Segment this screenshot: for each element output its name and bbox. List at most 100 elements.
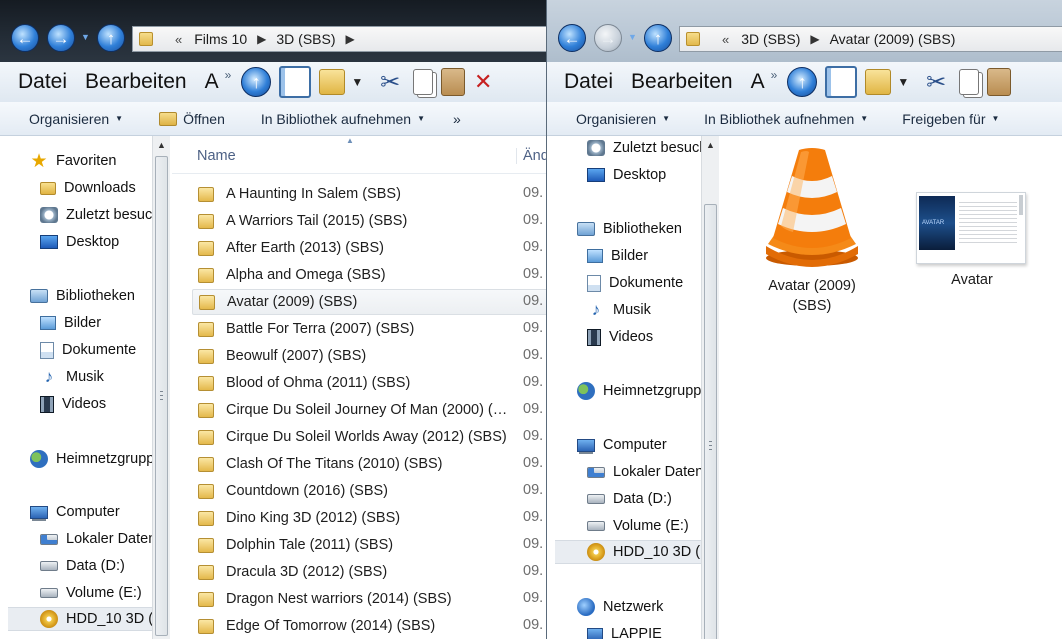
chevron-down-icon[interactable]: ▼ xyxy=(897,75,909,89)
address-bar[interactable]: « 3D (SBS) ▶ Avatar (2009) (SBS) xyxy=(679,26,1062,52)
file-row[interactable]: A Warriors Tail (2015) (SBS) xyxy=(192,208,548,234)
paste-icon[interactable] xyxy=(441,68,466,96)
cut-icon[interactable]: ✂ xyxy=(921,66,951,98)
organize-button[interactable]: Organisieren ▼ xyxy=(29,111,123,127)
preview-pane-icon[interactable] xyxy=(279,66,312,98)
file-row[interactable]: Countdown (2016) (SBS) xyxy=(192,478,548,504)
organize-button[interactable]: Organisieren ▼ xyxy=(576,111,670,127)
file-row[interactable]: Beowulf (2007) (SBS) xyxy=(192,343,548,369)
breadcrumb-avatar[interactable]: Avatar (2009) (SBS) xyxy=(830,31,956,47)
file-row[interactable]: Cirque Du Soleil Journey Of Man (2000) (… xyxy=(192,397,548,423)
up-level-icon[interactable]: ↑ xyxy=(241,67,272,97)
column-date[interactable]: Änderungsdatum xyxy=(516,148,548,164)
breadcrumb-separator[interactable]: ▶ xyxy=(346,32,355,46)
add-to-library-button[interactable]: In Bibliothek aufnehmen ▼ xyxy=(704,111,868,127)
menu-more[interactable]: A xyxy=(205,70,219,94)
nav-hdd-f[interactable]: HDD_10 3D (F:) xyxy=(555,540,718,564)
file-row[interactable]: Alpha and Omega (SBS) xyxy=(192,262,548,288)
share-button[interactable]: Freigeben für ▼ xyxy=(902,111,999,127)
nav-favorites[interactable]: ★ Favoriten xyxy=(30,149,116,173)
delete-icon[interactable]: ✕ xyxy=(473,66,493,98)
nav-desktop[interactable]: Desktop xyxy=(40,230,119,254)
nav-music[interactable]: ♪ Musik xyxy=(587,298,651,322)
file-row[interactable]: Clash Of The Titans (2010) (SBS) xyxy=(192,451,548,477)
menu-file[interactable]: Datei xyxy=(18,70,67,94)
nav-recent[interactable]: Zuletzt besucht xyxy=(587,136,711,160)
nav-lappie[interactable]: LAPPIE xyxy=(587,622,662,639)
folder-options-icon[interactable] xyxy=(319,69,346,95)
nav-local-disk[interactable]: Lokaler Datenträger xyxy=(40,527,152,551)
file-row[interactable]: Dragon Nest warriors (2014) (SBS) xyxy=(192,586,548,612)
menu-more[interactable]: A xyxy=(751,70,765,94)
nav-scrollbar[interactable]: ▲ xyxy=(152,136,170,639)
nav-data-d[interactable]: Data (D:) xyxy=(40,554,125,578)
scrollbar-thumb[interactable] xyxy=(155,156,168,636)
menu-edit[interactable]: Bearbeiten xyxy=(631,70,733,94)
menu-overflow-icon[interactable]: » xyxy=(771,68,778,82)
file-row[interactable]: Avatar (2009) (SBS) xyxy=(192,289,548,315)
add-to-library-button[interactable]: In Bibliothek aufnehmen ▼ xyxy=(261,111,425,127)
menu-overflow-icon[interactable]: » xyxy=(225,68,232,82)
recent-pages-dropdown[interactable]: ▼ xyxy=(628,32,637,42)
chevron-down-icon[interactable]: ▼ xyxy=(351,75,363,89)
nav-libraries[interactable]: Bibliotheken xyxy=(30,284,135,308)
up-button[interactable]: ↑ xyxy=(97,24,125,52)
forward-button[interactable]: → xyxy=(594,24,622,52)
file-row[interactable]: A Haunting In Salem (SBS) xyxy=(192,181,548,207)
breadcrumb-3dsbs[interactable]: 3D (SBS) xyxy=(276,31,335,47)
back-button[interactable]: ← xyxy=(558,24,586,52)
menu-file[interactable]: Datei xyxy=(564,70,613,94)
file-row[interactable]: Edge Of Tomorrow (2014) (SBS) xyxy=(192,613,548,639)
nav-libraries[interactable]: Bibliotheken xyxy=(577,217,682,241)
nav-network[interactable]: Netzwerk xyxy=(577,595,663,619)
nav-videos[interactable]: Videos xyxy=(587,325,653,349)
nav-desktop[interactable]: Desktop xyxy=(587,163,666,187)
file-row[interactable]: Dracula 3D (2012) (SBS) xyxy=(192,559,548,585)
nav-homegroup[interactable]: Heimnetzgruppe xyxy=(577,379,709,403)
forward-button[interactable]: → xyxy=(47,24,75,52)
nav-homegroup[interactable]: Heimnetzgruppe xyxy=(30,447,152,471)
up-level-icon[interactable]: ↑ xyxy=(787,67,818,97)
file-row[interactable]: Dino King 3D (2012) (SBS) xyxy=(192,505,548,531)
nav-pictures[interactable]: Bilder xyxy=(587,244,648,268)
nav-downloads[interactable]: Downloads xyxy=(40,176,136,200)
copy-icon[interactable] xyxy=(959,69,980,95)
more-commands-button[interactable]: » xyxy=(453,111,461,127)
breadcrumb-separator[interactable]: ▶ xyxy=(257,32,266,46)
nav-hdd-f[interactable]: HDD_10 3D (F:) xyxy=(8,607,152,631)
file-row[interactable]: Blood of Ohma (2011) (SBS) xyxy=(192,370,548,396)
file-row[interactable]: Battle For Terra (2007) (SBS) xyxy=(192,316,548,342)
image-thumbnail[interactable]: AVATAR xyxy=(916,192,1026,264)
overflow-chevron[interactable]: « xyxy=(175,32,182,47)
nav-local-disk[interactable]: Lokaler Datenträger xyxy=(587,460,719,484)
scroll-up-icon[interactable]: ▲ xyxy=(157,140,166,150)
nav-documents[interactable]: Dokumente xyxy=(587,271,683,295)
folder-options-icon[interactable] xyxy=(865,69,892,95)
scroll-up-icon[interactable]: ▲ xyxy=(706,140,715,150)
nav-scrollbar[interactable]: ▲ xyxy=(701,136,719,639)
menu-edit[interactable]: Bearbeiten xyxy=(85,70,187,94)
breadcrumb-separator[interactable]: ▶ xyxy=(810,32,819,46)
breadcrumb-3dsbs[interactable]: 3D (SBS) xyxy=(741,31,800,47)
nav-documents[interactable]: Dokumente xyxy=(40,338,136,362)
nav-data-d[interactable]: Data (D:) xyxy=(587,487,672,511)
up-button[interactable]: ↑ xyxy=(644,24,672,52)
nav-music[interactable]: ♪ Musik xyxy=(40,365,104,389)
overflow-chevron[interactable]: « xyxy=(722,32,729,47)
nav-computer[interactable]: Computer xyxy=(577,433,667,457)
preview-pane-icon[interactable] xyxy=(825,66,858,98)
nav-volume-e[interactable]: Volume (E:) xyxy=(587,514,689,538)
paste-icon[interactable] xyxy=(987,68,1012,96)
file-row[interactable]: After Earth (2013) (SBS) xyxy=(192,235,548,261)
address-bar[interactable]: « Films 10 ▶ 3D (SBS) ▶ xyxy=(132,26,548,52)
nav-computer[interactable]: Computer xyxy=(30,500,120,524)
open-button[interactable]: Öffnen xyxy=(159,111,225,127)
file-row[interactable]: Dolphin Tale (2011) (SBS) xyxy=(192,532,548,558)
breadcrumb-films10[interactable]: Films 10 xyxy=(194,31,247,47)
file-tile-image[interactable]: Avatar xyxy=(907,266,1037,290)
nav-videos[interactable]: Videos xyxy=(40,392,106,416)
nav-recent[interactable]: Zuletzt besucht xyxy=(40,203,152,227)
file-tile-video[interactable]: Avatar (2009) (SBS) xyxy=(747,146,877,316)
back-button[interactable]: ← xyxy=(11,24,39,52)
copy-icon[interactable] xyxy=(413,69,434,95)
